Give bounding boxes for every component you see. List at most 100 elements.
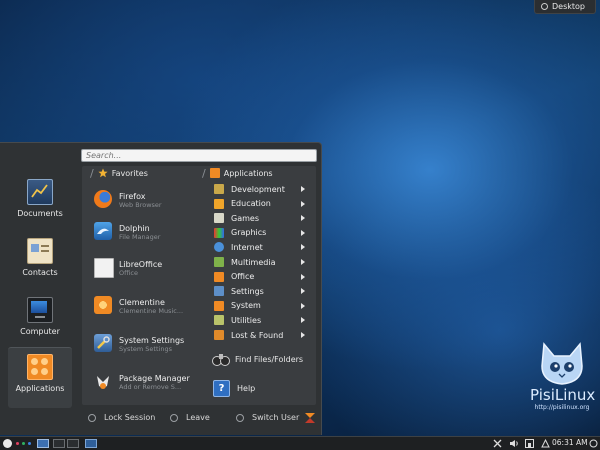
settings-icon xyxy=(214,286,224,297)
pager-desktop-1[interactable] xyxy=(37,439,49,448)
system-icon xyxy=(214,300,224,311)
games-icon xyxy=(214,213,224,224)
desktop-icon xyxy=(541,3,548,10)
network-icon[interactable] xyxy=(525,439,534,448)
favorite-name: System Settings xyxy=(119,336,185,345)
pisilinux-logo: PisiLinux http://pisilinux.org xyxy=(530,340,595,432)
power-icon xyxy=(170,413,178,422)
favorite-name: Firefox xyxy=(119,192,146,201)
category-label: Education xyxy=(231,199,271,209)
find-files-button[interactable]: Find Files/Folders xyxy=(208,349,316,369)
category-label: Development xyxy=(231,184,285,194)
utilities-icon xyxy=(214,315,224,326)
favorite-item-firefox[interactable]: Firefox Web Browser xyxy=(82,182,204,212)
lock-session-button[interactable]: Lock Session xyxy=(88,413,155,422)
sidebar-item-label: Applications xyxy=(15,384,65,393)
sidebar-item-contacts[interactable]: Contacts xyxy=(8,232,72,288)
internet-icon xyxy=(214,242,224,253)
category-games[interactable]: Games xyxy=(208,211,316,225)
category-multimedia[interactable]: Multimedia xyxy=(208,255,316,269)
cat-logo-icon xyxy=(541,342,583,385)
development-icon xyxy=(214,184,224,194)
category-lost-and-found[interactable]: Lost & Found xyxy=(208,328,316,342)
notifications-icon[interactable] xyxy=(541,439,550,448)
category-internet[interactable]: Internet xyxy=(208,240,316,254)
favorite-name: LibreOffice xyxy=(119,260,163,269)
star-icon xyxy=(98,168,108,178)
sidebar-item-computer[interactable]: Computer xyxy=(8,291,72,347)
applications-small-icon xyxy=(209,168,220,178)
category-utilities[interactable]: Utilities xyxy=(208,313,316,327)
submenu-arrow-icon xyxy=(301,215,305,222)
find-files-label: Find Files/Folders xyxy=(235,354,304,364)
application-launcher-icon[interactable] xyxy=(3,439,12,448)
switch-user-icon xyxy=(236,413,244,422)
favorite-desc: System Settings xyxy=(119,345,172,353)
sidebar-item-documents[interactable]: Documents xyxy=(8,173,72,229)
tools-icon[interactable] xyxy=(493,439,502,448)
leave-label: Leave xyxy=(186,413,210,422)
help-button[interactable]: ? Help xyxy=(208,378,316,398)
lost-and-found-icon xyxy=(214,330,224,340)
leave-button[interactable]: Leave xyxy=(170,413,210,422)
system-settings-icon xyxy=(94,334,112,352)
applications-icon xyxy=(27,354,53,380)
volume-icon[interactable] xyxy=(509,439,519,448)
favorite-item-clementine[interactable]: Clementine Clementine Music... xyxy=(82,288,204,318)
launcher-content-panel: / Favorites / Applications Firefox Web B… xyxy=(82,166,316,405)
switch-user-button[interactable]: Switch User xyxy=(236,413,299,422)
clock[interactable]: 06:31 AM xyxy=(552,438,588,447)
category-label: Utilities xyxy=(231,315,262,325)
category-label: Lost & Found xyxy=(231,330,284,340)
applications-heading: / Applications xyxy=(202,166,273,180)
category-development[interactable]: Development xyxy=(208,182,316,196)
favorite-item-package-manager[interactable]: Package Manager Add or Remove S... xyxy=(82,364,204,394)
favorite-name: Clementine xyxy=(119,298,165,307)
sidebar-item-applications[interactable]: Applications xyxy=(8,347,72,408)
desktop-button-label: Desktop xyxy=(552,2,585,11)
category-education[interactable]: Education xyxy=(208,197,316,211)
clementine-icon xyxy=(94,296,112,314)
favorite-item-dolphin[interactable]: Dolphin File Manager xyxy=(82,214,204,244)
dolphin-icon xyxy=(94,222,112,240)
favorite-item-libreoffice[interactable]: LibreOffice Office xyxy=(82,250,204,280)
category-settings[interactable]: Settings xyxy=(208,284,316,298)
sidebar-item-label: Computer xyxy=(20,327,60,336)
help-label: Help xyxy=(237,383,256,393)
application-launcher: Documents Contacts Computer Applications… xyxy=(0,142,322,435)
show-desktop-button[interactable]: Desktop xyxy=(534,0,596,14)
bookmark-icon[interactable] xyxy=(304,412,316,424)
search-input[interactable] xyxy=(81,149,317,162)
category-office[interactable]: Office xyxy=(208,270,316,284)
pager-desktop-2[interactable] xyxy=(53,439,65,448)
graphics-icon xyxy=(214,227,224,238)
multimedia-icon xyxy=(214,257,224,267)
favorite-desc: Add or Remove S... xyxy=(119,383,182,391)
category-graphics[interactable]: Graphics xyxy=(208,226,316,240)
binoculars-icon xyxy=(212,354,230,366)
category-label: Graphics xyxy=(231,228,267,238)
taskbar-window-icon[interactable] xyxy=(85,439,97,448)
category-system[interactable]: System xyxy=(208,299,316,313)
favorites-heading: / Favorites xyxy=(90,166,148,180)
favorite-desc: Clementine Music... xyxy=(119,307,184,315)
category-label: System xyxy=(231,301,261,311)
activity-dot-icon xyxy=(22,442,25,445)
sidebar-item-label: Documents xyxy=(17,209,63,218)
activity-dot-icon xyxy=(28,442,31,445)
submenu-arrow-icon xyxy=(301,332,305,338)
taskbar: 06:31 AM xyxy=(0,436,600,450)
pager-desktop-3[interactable] xyxy=(67,439,79,448)
panel-options-icon[interactable] xyxy=(589,439,598,448)
contacts-icon xyxy=(27,238,53,264)
launcher-sidebar: Documents Contacts Computer Applications xyxy=(0,143,75,436)
education-icon xyxy=(214,198,224,209)
submenu-arrow-icon xyxy=(301,200,305,207)
session-actions: Lock Session Leave Switch User xyxy=(82,409,318,429)
submenu-arrow-icon xyxy=(301,302,305,309)
submenu-arrow-icon xyxy=(301,259,305,265)
sidebar-item-label: Contacts xyxy=(22,268,58,277)
computer-icon xyxy=(27,297,53,323)
favorite-item-system-settings[interactable]: System Settings System Settings xyxy=(82,326,204,356)
documents-icon xyxy=(27,179,53,205)
